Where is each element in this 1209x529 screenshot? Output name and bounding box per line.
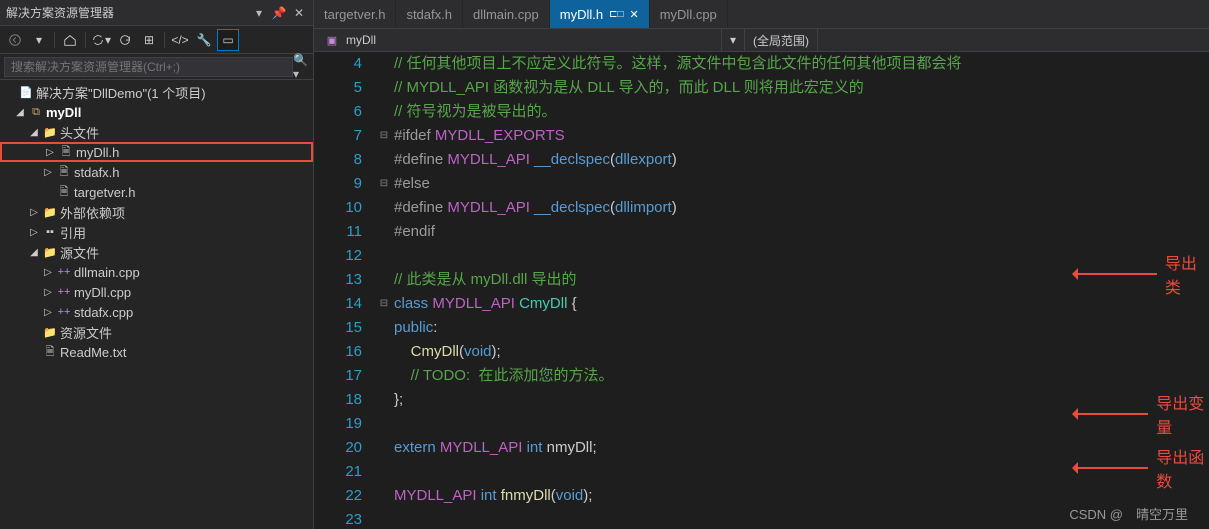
preview-button[interactable]: ▭: [217, 29, 239, 51]
project-icon: ⧉: [28, 104, 44, 120]
file-readme[interactable]: 🗎ReadMe.txt: [0, 342, 313, 362]
document-tabs: targetver.h stdafx.h dllmain.cpp myDll.h ⊏□ ✕…: [314, 0, 1209, 28]
cpp-file-icon: ++: [56, 304, 72, 320]
cpp-file-icon: ++: [56, 264, 72, 280]
solution-explorer: 解决方案资源管理器 ▾ 📌 ✕ ▾ ▾ ⊞ </> 🔧 ▭ 🔍▾ 📄解决方案"D…: [0, 0, 314, 529]
pin-icon[interactable]: 📌: [271, 5, 287, 21]
file-stdafx-cpp[interactable]: ++stdafx.cpp: [0, 302, 313, 322]
tab-label: myDll.h: [560, 7, 603, 22]
collapse-button[interactable]: ⊞: [138, 29, 160, 51]
tab-myDll-cpp[interactable]: myDll.cpp: [650, 0, 728, 28]
tab-stdafx-h[interactable]: stdafx.h: [396, 0, 463, 28]
pin-icon[interactable]: ⊏□: [609, 9, 623, 20]
folder-sources[interactable]: 📁源文件: [0, 242, 313, 262]
refresh-button[interactable]: [114, 29, 136, 51]
search-icon[interactable]: 🔍▾: [293, 59, 309, 75]
back-button[interactable]: [4, 29, 26, 51]
folder-external[interactable]: 📁外部依赖项: [0, 202, 313, 222]
tab-label: dllmain.cpp: [473, 7, 539, 22]
close-icon[interactable]: ✕: [291, 5, 307, 21]
tab-label: myDll.cpp: [660, 7, 717, 22]
folder-icon: 📁: [42, 244, 58, 260]
folder-icon: 📁: [42, 204, 58, 220]
file-targetver-h[interactable]: 🗎targetver.h: [0, 182, 313, 202]
tab-myDll-h[interactable]: myDll.h ⊏□ ✕: [550, 0, 650, 28]
forward-button[interactable]: ▾: [28, 29, 50, 51]
code-editor[interactable]: 4567891011121314151617181920212223 ⊟⊟⊟ /…: [314, 52, 1209, 529]
navigation-bar: ▣myDll ▾ (全局范围): [314, 28, 1209, 52]
panel-header: 解决方案资源管理器 ▾ 📌 ✕: [0, 0, 313, 26]
file-mydll-h[interactable]: 🗎myDll.h: [0, 142, 313, 162]
code-content[interactable]: // 任何其他项目上不应定义此符号。这样，源文件中包含此文件的任何其他项目都会将…: [394, 52, 1209, 529]
refs-icon: ▪▪: [42, 224, 58, 240]
folder-resources[interactable]: 📁资源文件: [0, 322, 313, 342]
cpp-file-icon: ▣: [324, 32, 340, 48]
nav-scope-global[interactable]: (全局范围): [745, 29, 818, 51]
properties-button[interactable]: 🔧: [193, 29, 215, 51]
line-numbers: 4567891011121314151617181920212223: [314, 52, 374, 529]
dropdown-icon[interactable]: ▾: [251, 5, 267, 21]
explorer-toolbar: ▾ ▾ ⊞ </> 🔧 ▭: [0, 26, 313, 54]
close-icon[interactable]: ✕: [630, 8, 639, 21]
solution-node[interactable]: 📄解决方案"DllDemo"(1 个项目): [0, 82, 313, 102]
tab-label: stdafx.h: [406, 7, 452, 22]
tab-label: targetver.h: [324, 7, 385, 22]
nav-dropdown[interactable]: ▾: [722, 29, 745, 51]
folder-icon: 📁: [42, 124, 58, 140]
folder-icon: 📁: [42, 324, 58, 340]
editor-area: targetver.h stdafx.h dllmain.cpp myDll.h ⊏□ ✕…: [314, 0, 1209, 529]
showall-button[interactable]: </>: [169, 29, 191, 51]
tab-dllmain-cpp[interactable]: dllmain.cpp: [463, 0, 550, 28]
project-node[interactable]: ⧉myDll: [0, 102, 313, 122]
search-input[interactable]: [4, 57, 293, 77]
folder-refs[interactable]: ▪▪引用: [0, 222, 313, 242]
panel-title: 解决方案资源管理器: [6, 4, 251, 21]
search-row: 🔍▾: [0, 54, 313, 80]
sync-button[interactable]: ▾: [90, 29, 112, 51]
file-dllmain-cpp[interactable]: ++dllmain.cpp: [0, 262, 313, 282]
folder-headers[interactable]: 📁头文件: [0, 122, 313, 142]
solution-icon: 📄: [18, 84, 34, 100]
h-file-icon: 🗎: [56, 184, 72, 200]
fold-gutter[interactable]: ⊟⊟⊟: [374, 52, 394, 529]
solution-tree: 📄解决方案"DllDemo"(1 个项目) ⧉myDll 📁头文件 🗎myDll…: [0, 80, 313, 529]
txt-file-icon: 🗎: [42, 344, 58, 360]
file-mydll-cpp[interactable]: ++myDll.cpp: [0, 282, 313, 302]
home-button[interactable]: [59, 29, 81, 51]
nav-scope-class[interactable]: ▣myDll: [314, 29, 722, 51]
h-file-icon: 🗎: [56, 164, 72, 180]
file-stdafx-h[interactable]: 🗎stdafx.h: [0, 162, 313, 182]
tab-targetver-h[interactable]: targetver.h: [314, 0, 396, 28]
cpp-file-icon: ++: [56, 284, 72, 300]
h-file-icon: 🗎: [58, 144, 74, 160]
